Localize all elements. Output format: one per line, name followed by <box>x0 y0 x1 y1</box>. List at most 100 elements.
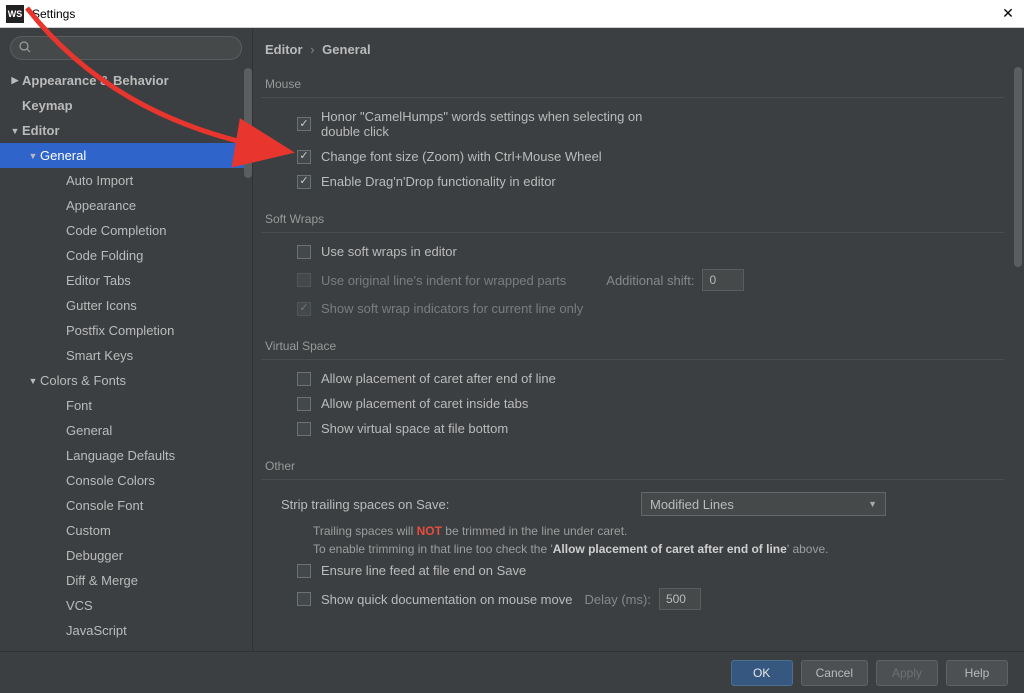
checkbox-show-indicators <box>297 302 311 316</box>
tree-item-label: Custom <box>66 523 111 538</box>
label-honor: Honor "CamelHumps" words settings when s… <box>321 109 651 139</box>
checkbox-ensure-lf[interactable] <box>297 564 311 578</box>
close-icon[interactable]: ✕ <box>998 4 1018 24</box>
breadcrumb: Editor › General <box>253 28 1024 67</box>
tree-item-smart-keys[interactable]: Smart Keys <box>0 343 252 368</box>
opt-quick-doc[interactable]: Show quick documentation on mouse move D… <box>261 583 1004 615</box>
note-not: NOT <box>417 524 442 538</box>
note-enable-trimming: To enable trimming in that line too chec… <box>261 540 1004 558</box>
tree-item-diff-merge[interactable]: Diff & Merge <box>0 568 252 593</box>
ok-button[interactable]: OK <box>731 660 793 686</box>
opt-virtual-space-bottom[interactable]: Show virtual space at file bottom <box>261 416 1004 441</box>
tree-item-javascript[interactable]: JavaScript <box>0 618 252 643</box>
input-delay[interactable] <box>659 588 701 610</box>
tree-item-font[interactable]: Font <box>0 393 252 418</box>
tree-item-general[interactable]: ▼General <box>0 143 252 168</box>
separator <box>261 479 1004 480</box>
search-input-wrap[interactable] <box>10 36 242 60</box>
tree-item-console-font[interactable]: Console Font <box>0 493 252 518</box>
label-ensure-lf: Ensure line feed at file end on Save <box>321 563 526 578</box>
tree-item-label: Auto Import <box>66 173 133 188</box>
tree-item-label: JavaScript <box>66 623 127 638</box>
tree-item-gutter-icons[interactable]: Gutter Icons <box>0 293 252 318</box>
checkbox-dnd[interactable] <box>297 175 311 189</box>
note2-pre: To enable trimming in that line too chec… <box>313 542 553 556</box>
note2-bold: Allow placement of caret after end of li… <box>553 542 787 556</box>
checkbox-bottom[interactable] <box>297 422 311 436</box>
opt-original-indent: Use original line's indent for wrapped p… <box>261 264 1004 296</box>
tree-item-auto-import[interactable]: Auto Import <box>0 168 252 193</box>
tree-item-label: Colors & Fonts <box>40 373 126 388</box>
opt-caret-inside-tabs[interactable]: Allow placement of caret inside tabs <box>261 391 1004 416</box>
tree-item-custom[interactable]: Custom <box>0 518 252 543</box>
tree-item-appearance-behavior[interactable]: ▶Appearance & Behavior <box>0 68 252 93</box>
label-zoom: Change font size (Zoom) with Ctrl+Mouse … <box>321 149 602 164</box>
separator <box>261 97 1004 98</box>
tree-item-label: Appearance & Behavior <box>22 73 169 88</box>
app-icon: WS <box>6 5 24 23</box>
opt-caret-after-eol[interactable]: Allow placement of caret after end of li… <box>261 366 1004 391</box>
tree-item-general[interactable]: General <box>0 418 252 443</box>
label-show-indicators: Show soft wrap indicators for current li… <box>321 301 583 316</box>
separator <box>261 232 1004 233</box>
tree-item-editor[interactable]: ▼Editor <box>0 118 252 143</box>
tree-item-label: Postfix Completion <box>66 323 174 338</box>
tree-item-appearance[interactable]: Appearance <box>0 193 252 218</box>
label-additional-shift: Additional shift: <box>606 273 694 288</box>
tree-item-language-defaults[interactable]: Language Defaults <box>0 443 252 468</box>
search-input[interactable] <box>35 41 233 55</box>
section-virtual-title: Virtual Space <box>265 339 1004 353</box>
tree-item-label: Console Font <box>66 498 143 513</box>
sidebar-scrollbar-thumb[interactable] <box>244 68 252 178</box>
select-strip-value: Modified Lines <box>650 497 734 512</box>
section-other-title: Other <box>265 459 1004 473</box>
help-button[interactable]: Help <box>946 660 1008 686</box>
label-soft-wraps: Use soft wraps in editor <box>321 244 457 259</box>
tree-item-keymap[interactable]: Keymap <box>0 93 252 118</box>
opt-show-soft-wrap-indicators: Show soft wrap indicators for current li… <box>261 296 1004 321</box>
label-strip: Strip trailing spaces on Save: <box>281 497 641 512</box>
opt-use-soft-wraps[interactable]: Use soft wraps in editor <box>261 239 1004 264</box>
checkbox-soft-wraps[interactable] <box>297 245 311 259</box>
chevron-down-icon: ▼ <box>868 499 877 509</box>
opt-strip-trailing: Strip trailing spaces on Save: Modified … <box>261 486 1004 522</box>
opt-change-font-size-zoom[interactable]: Change font size (Zoom) with Ctrl+Mouse … <box>261 144 1004 169</box>
tree-item-code-completion[interactable]: Code Completion <box>0 218 252 243</box>
select-strip-mode[interactable]: Modified Lines ▼ <box>641 492 886 516</box>
tree-item-editor-tabs[interactable]: Editor Tabs <box>0 268 252 293</box>
checkbox-quickdoc[interactable] <box>297 592 311 606</box>
checkbox-eol[interactable] <box>297 372 311 386</box>
tree-item-label: General <box>66 423 112 438</box>
apply-button[interactable]: Apply <box>876 660 938 686</box>
label-bottom: Show virtual space at file bottom <box>321 421 508 436</box>
tree-item-label: Diff & Merge <box>66 573 138 588</box>
note-trailing-not-trimmed: Trailing spaces will NOT be trimmed in t… <box>261 522 1004 540</box>
breadcrumb-b: General <box>322 42 370 57</box>
settings-tree[interactable]: ▶Appearance & BehaviorKeymap▼Editor▼Gene… <box>0 68 252 651</box>
content-scrollbar-thumb[interactable] <box>1014 67 1022 267</box>
tree-item-code-folding[interactable]: Code Folding <box>0 243 252 268</box>
tree-item-postfix-completion[interactable]: Postfix Completion <box>0 318 252 343</box>
checkbox-zoom[interactable] <box>297 150 311 164</box>
tree-item-label: Console Colors <box>66 473 155 488</box>
opt-ensure-line-feed[interactable]: Ensure line feed at file end on Save <box>261 558 1004 583</box>
label-quickdoc: Show quick documentation on mouse move <box>321 592 572 607</box>
input-additional-shift[interactable] <box>702 269 744 291</box>
checkbox-tabs[interactable] <box>297 397 311 411</box>
settings-content: Editor › General Mouse Honor "CamelHumps… <box>253 28 1024 651</box>
opt-honor-camelhumps[interactable]: Honor "CamelHumps" words settings when s… <box>261 104 1004 144</box>
chevron-down-icon: ▼ <box>26 376 40 386</box>
tree-item-label: Debugger <box>66 548 123 563</box>
tree-item-vcs[interactable]: VCS <box>0 593 252 618</box>
tree-item-debugger[interactable]: Debugger <box>0 543 252 568</box>
tree-item-colors-fonts[interactable]: ▼Colors & Fonts <box>0 368 252 393</box>
label-tabs: Allow placement of caret inside tabs <box>321 396 528 411</box>
window-title: Settings <box>32 7 998 21</box>
checkbox-indent <box>297 273 311 287</box>
tree-item-console-colors[interactable]: Console Colors <box>0 468 252 493</box>
tree-item-label: Code Folding <box>66 248 143 263</box>
opt-enable-dnd[interactable]: Enable Drag'n'Drop functionality in edit… <box>261 169 1004 194</box>
dialog-footer: OK Cancel Apply Help <box>0 651 1024 693</box>
checkbox-honor[interactable] <box>297 117 311 131</box>
cancel-button[interactable]: Cancel <box>801 660 868 686</box>
